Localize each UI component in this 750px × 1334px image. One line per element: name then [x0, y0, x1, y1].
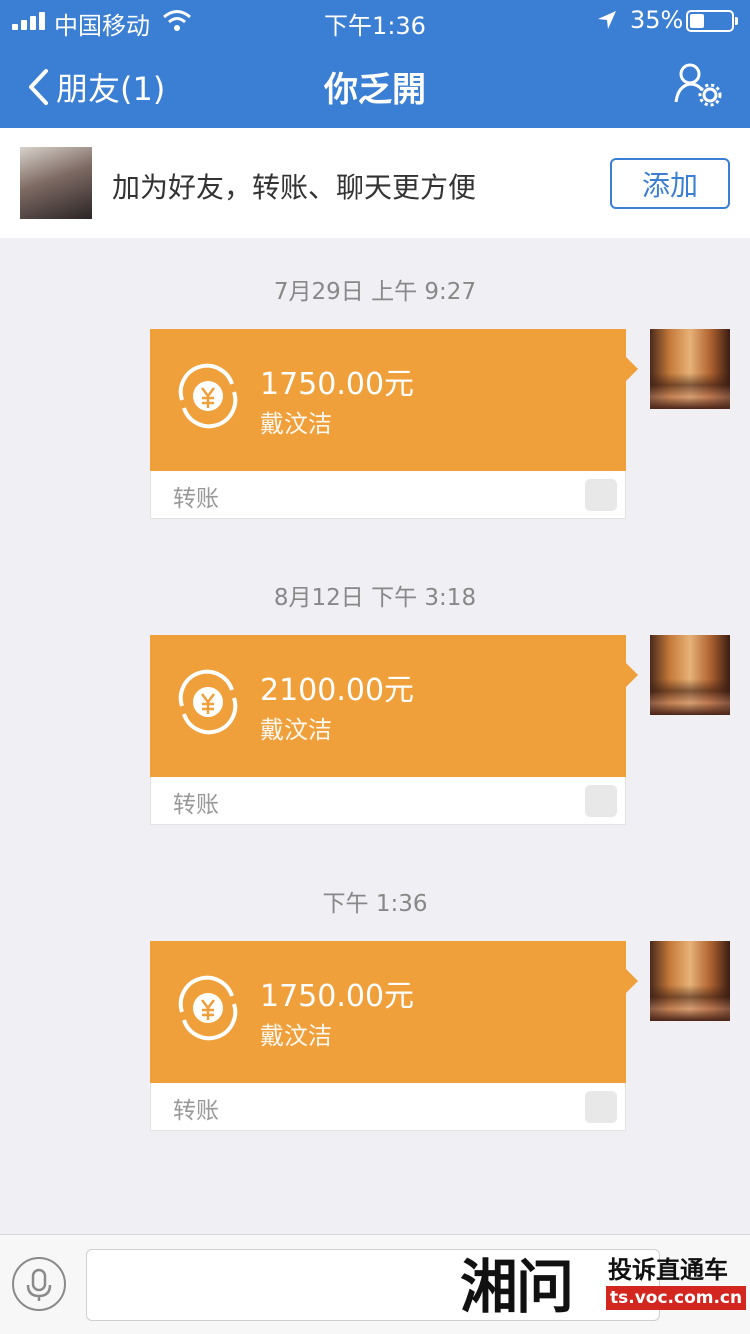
transfer-payee: 戴汶洁 — [260, 716, 332, 744]
transfer-payee: 戴汶洁 — [260, 410, 332, 438]
transfer-card-body: 1750.00元 戴汶洁 — [150, 941, 638, 1083]
watermark-slogan: 投诉直通车 — [608, 1256, 728, 1284]
avatar[interactable] — [650, 329, 730, 409]
transfer-card-footer: 转账 — [150, 471, 626, 519]
voice-input-button[interactable] — [12, 1257, 66, 1311]
battery-level — [690, 14, 704, 28]
transfer-type: 转账 — [173, 1098, 219, 1124]
message-time: 7月29日 上午 9:27 — [273, 279, 477, 305]
transfer-card[interactable]: 1750.00元 戴汶洁 转账 — [150, 941, 638, 1131]
transfer-card-body: 1750.00元 戴汶洁 — [150, 329, 638, 471]
yuan-transfer-icon — [178, 669, 238, 735]
microphone-icon — [26, 1268, 52, 1301]
avatar[interactable] — [650, 941, 730, 1021]
add-friend-button[interactable]: 添加 — [610, 158, 730, 209]
battery-icon — [686, 10, 738, 32]
transfer-amount: 1750.00元 — [260, 367, 415, 402]
message-time: 8月12日 下午 3:18 — [273, 585, 477, 611]
header: 中国移动 下午1:36 35% 朋友(1) 你乏開 — [0, 0, 750, 128]
page-title: 你乏開 — [324, 70, 426, 110]
add-friend-hint: 加为好友，转账、聊天更方便 — [112, 171, 477, 204]
yuan-transfer-icon — [178, 975, 238, 1041]
avatar[interactable] — [20, 147, 92, 219]
add-friend-banner: 加为好友，转账、聊天更方便 添加 — [0, 128, 750, 238]
alipay-icon — [585, 785, 617, 817]
watermark-logo: 湘问 — [460, 1253, 574, 1321]
transfer-card-footer: 转账 — [150, 1083, 626, 1131]
avatar[interactable] — [650, 635, 730, 715]
battery-percent: 35% — [630, 6, 684, 34]
yuan-transfer-icon — [178, 363, 238, 429]
transfer-type: 转账 — [173, 792, 219, 818]
alipay-icon — [585, 479, 617, 511]
transfer-type: 转账 — [173, 486, 219, 512]
contact-settings-icon[interactable] — [672, 62, 724, 108]
status-bar: 中国移动 下午1:36 35% — [0, 0, 750, 40]
transfer-card[interactable]: 1750.00元 戴汶洁 转账 — [150, 329, 638, 519]
nav-bar: 朋友(1) 你乏開 — [0, 44, 750, 128]
transfer-card[interactable]: 2100.00元 戴汶洁 转账 — [150, 635, 638, 825]
location-arrow-icon — [598, 11, 616, 29]
transfer-card-footer: 转账 — [150, 777, 626, 825]
transfer-payee: 戴汶洁 — [260, 1022, 332, 1050]
alipay-icon — [585, 1091, 617, 1123]
transfer-amount: 2100.00元 — [260, 673, 415, 708]
message-input[interactable] — [86, 1249, 660, 1321]
message-time: 下午 1:36 — [322, 891, 428, 917]
transfer-card-body: 2100.00元 戴汶洁 — [150, 635, 638, 777]
transfer-amount: 1750.00元 — [260, 979, 415, 1014]
watermark-url: ts.voc.com.cn — [606, 1286, 747, 1310]
